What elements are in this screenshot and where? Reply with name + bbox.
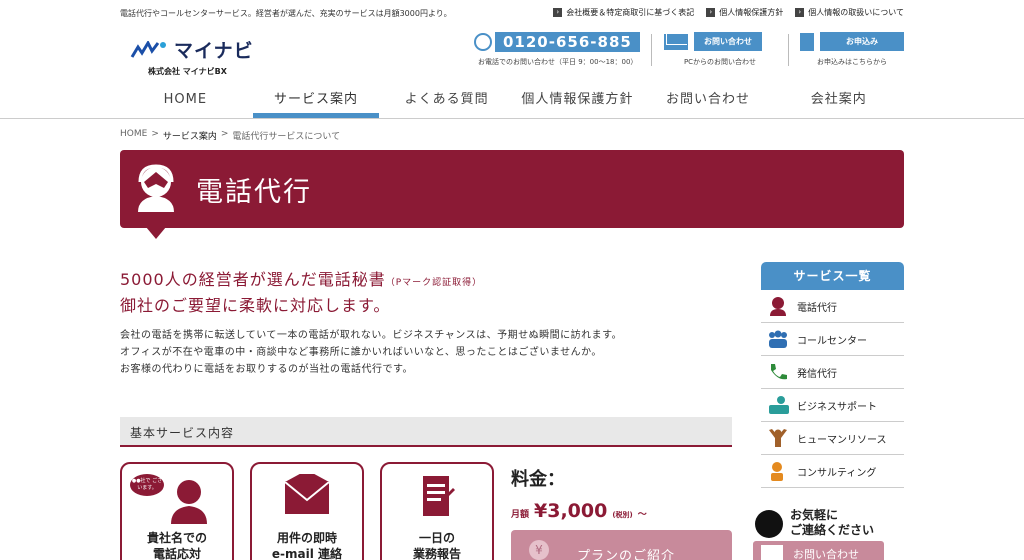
breadcrumb: HOME > サービス案内 > 電話代行サービスについて <box>120 129 340 142</box>
sidebar-item-callcenter[interactable]: コールセンター <box>761 323 904 356</box>
breadcrumb-current: 電話代行サービスについて <box>232 132 341 142</box>
service-card-report: 一日の 業務報告 <box>380 462 494 560</box>
divider <box>651 34 652 66</box>
lead-note: （Pマーク認証取得） <box>385 278 483 288</box>
sidebar-item-consulting[interactable]: コンサルティング <box>761 455 904 488</box>
phone-note: お電話でのお問い合わせ（平日 9：00〜18：00） <box>478 58 638 66</box>
sidebar-item-business-support[interactable]: ビジネスサポート <box>761 389 904 422</box>
sidebar-item-answering[interactable]: 電話代行 <box>761 290 904 323</box>
lead-headline: 5000人の経営者が選んだ電話秘書（Pマーク認証取得） <box>120 270 483 289</box>
operator-icon <box>138 164 174 212</box>
hero-notch <box>146 227 166 239</box>
speech-bubble: ●●社で ございます。 <box>130 474 164 496</box>
arrow-icon: › <box>553 8 563 17</box>
sidebar-title: サービス一覧 <box>761 262 904 290</box>
envelope-icon <box>284 474 330 514</box>
contact-button[interactable]: お問い合わせ <box>694 32 762 51</box>
phone-contact[interactable]: 0120-656-885 お電話でのお問い合わせ（平日 9：00〜18：00） <box>474 32 642 68</box>
contact-note: PCからのお問い合わせ <box>683 58 757 66</box>
apply-contact: お申込み お申込みはこちらから <box>800 32 904 68</box>
apply-button[interactable]: お申込み <box>820 32 904 51</box>
sidebar-item-human-resource[interactable]: ヒューマンリソース <box>761 422 904 455</box>
tagline: 電話代行やコールセンターサービス。経営者が選んだ、充実のサービスは月額3000円… <box>120 9 452 18</box>
lead-subheadline: 御社のご要望に柔軟に対応します。 <box>120 296 391 315</box>
pc-contact: お問い合わせ PCからのお問い合わせ <box>664 32 776 68</box>
divider <box>788 34 789 66</box>
phone-icon <box>474 33 492 51</box>
group-icon <box>767 328 789 350</box>
price-value: 月額 ¥3,000 (税別) 〜 <box>511 500 647 522</box>
nav-privacy[interactable]: 個人情報保護方針 <box>512 88 643 118</box>
nav-home[interactable]: HOME <box>120 88 251 118</box>
page-hero: 電話代行 <box>120 150 904 228</box>
report-icon <box>423 476 455 516</box>
plan-button[interactable]: ¥ プランのご紹介 <box>511 530 732 560</box>
support-icon <box>767 394 789 416</box>
breadcrumb-separator: > <box>220 129 229 139</box>
price-label: 料金： <box>511 469 565 490</box>
operator-avatar-icon <box>755 510 783 538</box>
arrow-icon: › <box>706 8 716 17</box>
envelope-icon <box>761 545 783 560</box>
main-nav: HOME サービス案内 よくある質問 個人情報保護方針 お問い合わせ 会社案内 <box>120 88 904 118</box>
top-links: › 会社概要＆特定商取引に基づく表記 › 個人情報保護方針 › 個人情報の取扱いについ… <box>553 7 904 18</box>
personal-info-link[interactable]: › 個人情報の取扱いについて <box>795 7 904 18</box>
nav-company[interactable]: 会社案内 <box>773 88 904 118</box>
cta-contact-button[interactable]: お問い合わせ <box>753 541 884 560</box>
person-raised-arms-icon <box>767 427 789 449</box>
nav-divider <box>0 118 1024 119</box>
nav-faq[interactable]: よくある質問 <box>381 88 512 118</box>
service-card-answering: ●●社で ございます。 貴社名での 電話応対 <box>120 462 234 560</box>
cta-text: お気軽に ご連絡ください <box>790 508 875 537</box>
apply-note: お申込みはこちらから <box>817 58 887 66</box>
breadcrumb-separator: > <box>151 129 159 139</box>
sidebar-list: 電話代行 コールセンター 発信代行 ビジネスサポート ヒューマンリソース コンサ… <box>761 290 904 488</box>
arrow-icon: › <box>795 8 805 17</box>
phone-number: 0120-656-885 <box>495 32 640 52</box>
section-heading: 基本サービス内容 <box>120 417 732 447</box>
consultant-icon <box>767 460 789 482</box>
document-icon <box>800 32 814 51</box>
intro-text: 会社の電話を携帯に転送していて一本の電話が取れない。ビジネスチャンスは、予期せぬ… <box>120 330 623 375</box>
breadcrumb-services[interactable]: サービス案内 <box>163 129 217 142</box>
service-card-email: 用件の即時 e-mail 連絡 <box>250 462 364 560</box>
privacy-policy-link[interactable]: › 個人情報保護方針 <box>706 7 783 18</box>
logo-mark-icon <box>130 40 166 58</box>
logo-text: マイナビ <box>174 40 254 62</box>
yen-icon: ¥ <box>529 540 549 560</box>
sidebar-item-outbound[interactable]: 発信代行 <box>761 356 904 389</box>
breadcrumb-home[interactable]: HOME <box>120 129 147 142</box>
page-title: 電話代行 <box>196 177 312 208</box>
company-info-link[interactable]: › 会社概要＆特定商取引に基づく表記 <box>553 7 694 18</box>
nav-services[interactable]: サービス案内 <box>251 88 382 118</box>
nav-contact[interactable]: お問い合わせ <box>643 88 774 118</box>
headset-operator-icon <box>171 480 207 524</box>
section-title: 基本サービス内容 <box>130 426 235 440</box>
top-bar: 電話代行やコールセンターサービス。経営者が選んだ、充実のサービスは月額3000円… <box>0 0 1024 26</box>
phone-icon <box>767 361 789 383</box>
company-name: 株式会社 マイナビBX <box>148 67 227 76</box>
operator-icon <box>767 295 789 317</box>
site-logo[interactable]: マイナビ 株式会社 マイナビBX <box>130 36 260 77</box>
envelope-icon <box>664 33 688 50</box>
